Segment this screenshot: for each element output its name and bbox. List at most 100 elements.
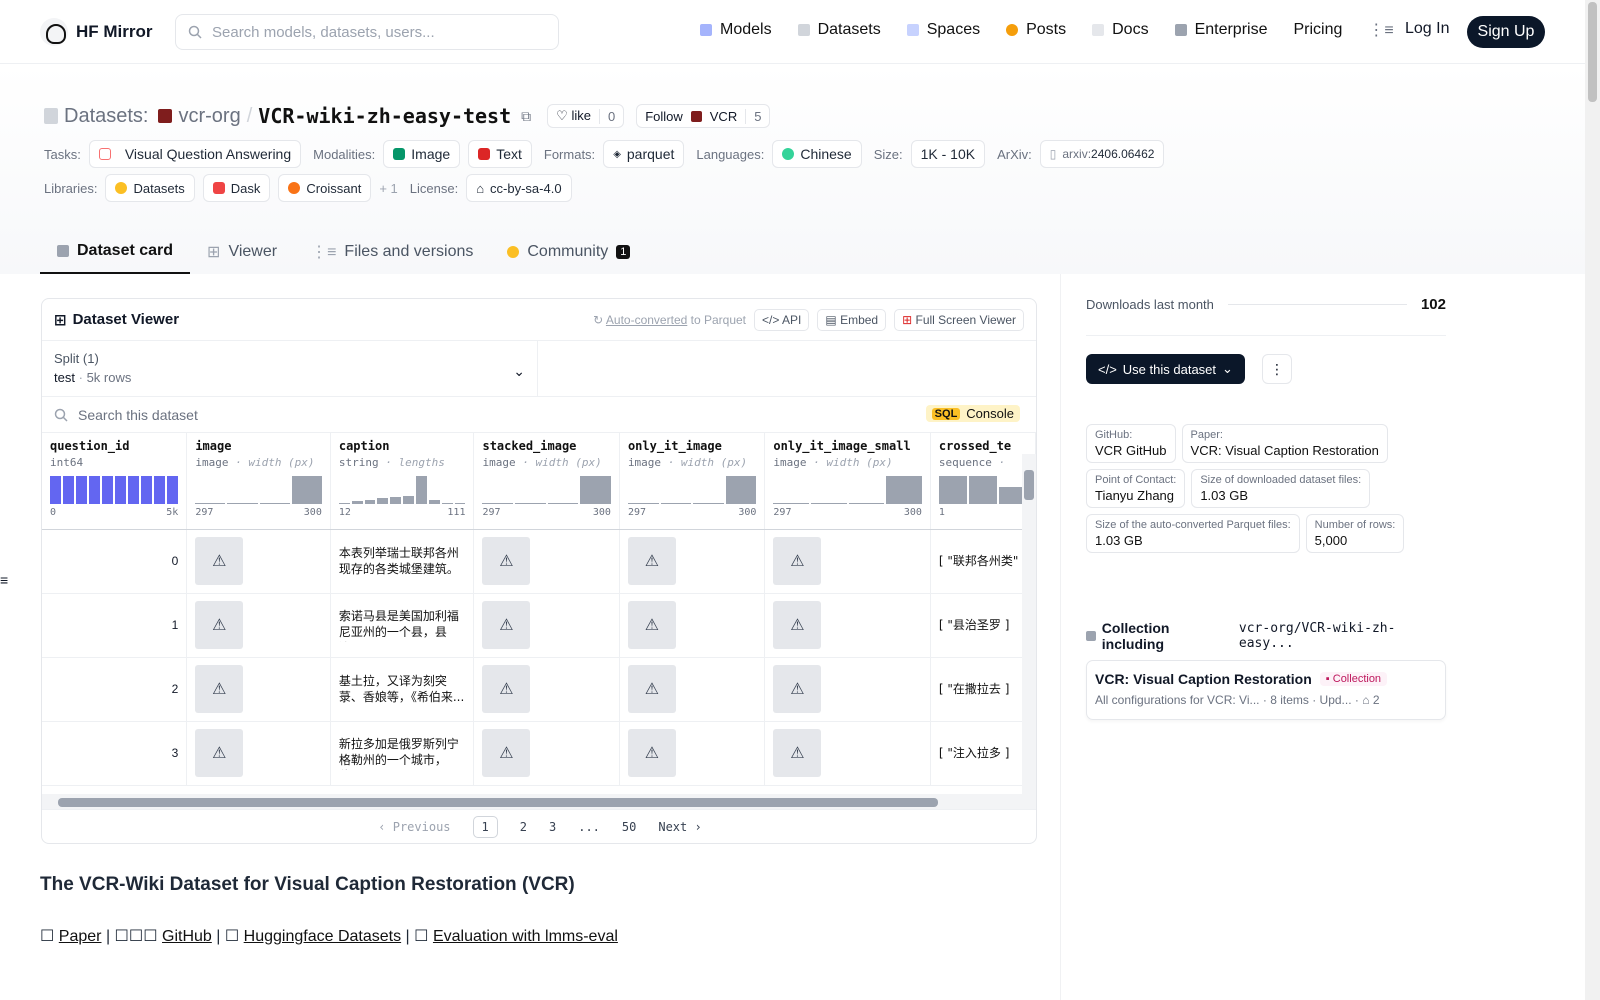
lib-dask-tag[interactable]: Dask [202,174,271,202]
license-label: License: [409,180,459,196]
language-tag[interactable]: Chinese [772,140,862,168]
api-label: API [782,312,802,327]
page-1[interactable]: 1 [472,815,498,838]
histogram-bar [547,502,579,504]
horizontal-scrollbar[interactable] [42,794,1036,810]
fullscreen-label: Full Screen Viewer [915,312,1017,327]
column-name: crossed_te [938,439,1012,453]
dataset-search-input[interactable]: Search this dataset SQL Console [42,397,1036,433]
column-header[interactable]: stacked_image image · width (px) 297 300 [473,433,620,530]
column-header[interactable]: caption string · lengths 12 111 [330,433,475,530]
column-header[interactable]: question_id int64 0 5k [42,433,188,530]
libraries-more[interactable]: + 1 [379,181,397,196]
cell-only-it-image: ⚠ [619,657,766,722]
upvote-icon: ⌂ [1362,693,1370,707]
fullscreen-button[interactable]: ⊞ Full Screen Viewer [894,308,1024,331]
page-50[interactable]: 50 [622,820,636,834]
lmms-eval-link[interactable]: Evaluation with lmms-eval [433,928,618,945]
auto-converted-link[interactable]: ↻ Auto-converted to Parquet [593,313,746,327]
datasets-crumb[interactable]: Datasets: [64,105,148,128]
metadata-card[interactable]: Size of the auto-converted Parquet files… [1086,514,1300,553]
table-row[interactable]: 0 ⚠ 本表列举瑞士联邦各州现存的各类城堡建筑。 ⚠ ⚠ ⚠ [ "联邦各州类"… [42,529,1036,594]
org-link[interactable]: vcr-org [178,105,240,128]
github-link[interactable]: GitHub [162,928,212,945]
like-button[interactable]: ♡ like 0 [547,104,625,128]
format-tag[interactable]: ◈ parquet [603,140,685,168]
histogram-bar [580,476,611,504]
nav-enterprise[interactable]: Enterprise [1174,21,1267,39]
api-button[interactable]: </> API [754,308,810,331]
column-max: 300 [738,507,757,518]
metadata-card[interactable]: Number of rows: 5,000 [1305,514,1405,553]
tasks-label: Tasks: [44,146,81,162]
split-select[interactable]: Split (1) test · 5k rows ⌄ [42,341,538,396]
dataset-header: Datasets: vcr-org / VCR-wiki-zh-easy-tes… [0,64,1585,274]
size-tag[interactable]: 1K - 10K [910,140,986,168]
card-icon [57,245,69,257]
histogram-bar [811,502,847,504]
metadata-card[interactable]: GitHub: VCR GitHub [1086,424,1176,463]
column-type: string · lengths [339,456,466,469]
metadata-card[interactable]: Point of Contact: Tianyu Zhang [1086,469,1186,508]
column-header[interactable]: only_it_image_small image · width (px) 2… [764,433,931,530]
use-dataset-button[interactable]: </> Use this dataset ⌄ [1086,354,1245,384]
dataset-name[interactable]: VCR-wiki-zh-easy-test [258,104,511,128]
next-button[interactable]: Next › [658,820,701,834]
metadata-card[interactable]: Size of downloaded dataset files: 1.03 GB [1191,469,1371,508]
metadata-card[interactable]: Paper: VCR: Visual Caption Restoration [1181,424,1388,463]
nav-docs[interactable]: Docs [1092,21,1149,39]
tab-files[interactable]: ⋮≡ Files and versions [294,230,490,274]
page-scrollbar[interactable] [1585,0,1600,1000]
task-tag[interactable]: Visual Question Answering [88,140,302,168]
arxiv-tag[interactable]: ▯ arxiv: 2406.06462 [1039,140,1165,168]
copy-icon[interactable]: ⧉ [521,108,531,125]
vertical-scrollbar[interactable] [1022,454,1036,794]
more-menu-icon[interactable]: ⋮≡ [1368,20,1393,40]
tab-community[interactable]: Community 1 [490,230,647,274]
column-header[interactable]: crossed_te sequence · 1 [930,433,1036,530]
table-row[interactable]: 1 ⚠ 索诺马县是美国加利福尼亚州的一个县，县治... ⚠ ⚠ ⚠ [ "县治圣… [42,593,1036,658]
metadata-value: 1.03 GB [1095,533,1143,548]
nav-spaces[interactable]: Spaces [906,21,980,39]
table-row[interactable]: 3 ⚠ 新拉多加是俄罗斯列宁格勒州的一个城市，位... ⚠ ⚠ ⚠ [ "注入拉… [42,721,1036,786]
search-input[interactable]: Search models, datasets, users... [175,14,559,50]
more-options-icon[interactable]: ⋮ [1262,354,1292,384]
license-tag[interactable]: ⌂ cc-by-sa-4.0 [466,174,572,202]
nav-pricing[interactable]: Pricing [1293,21,1342,39]
size-label: Size: [873,146,903,162]
column-type-name: image [773,456,807,469]
nav-posts-label: Posts [1026,21,1067,38]
toc-toggle-icon[interactable]: ≡ [0,572,8,588]
column-header[interactable]: image image · width (px) 297 300 [186,433,331,530]
nav-models[interactable]: Models [700,21,772,39]
lib-datasets-tag[interactable]: Datasets [105,174,195,202]
broken-image-icon: ⚠ [627,729,676,777]
signup-button[interactable]: Sign Up [1467,16,1545,48]
page-2[interactable]: 2 [520,820,527,834]
login-link[interactable]: Log In [1405,20,1449,38]
hf-datasets-link[interactable]: Huggingface Datasets [244,928,401,945]
cell-id: 1 [42,593,188,658]
table-row[interactable]: 2 ⚠ 基土拉，又译为刻突菉、香娘等，《希伯来... ⚠ ⚠ ⚠ [ "在撒拉去… [42,657,1036,722]
tab-dataset-card[interactable]: Dataset card [40,230,191,274]
like-label: ♡ like [556,108,591,123]
page-3[interactable]: 3 [549,820,556,834]
nav-posts[interactable]: Posts [1006,21,1066,39]
brand-logo[interactable]: HF Mirror [40,18,153,46]
sql-console-button[interactable]: SQL Console [925,405,1020,422]
column-header[interactable]: only_it_image image · width (px) 297 300 [619,433,766,530]
cell-id: 2 [42,657,188,722]
histogram-bar [627,502,659,504]
nav-datasets[interactable]: Datasets [797,21,881,39]
histogram-bar [89,476,101,504]
vcr-avatar [690,110,702,122]
modality-image-tag[interactable]: Image [383,140,461,168]
embed-button[interactable]: ▤ Embed [817,308,887,331]
prev-button[interactable]: ‹ Previous [378,820,450,834]
tab-viewer[interactable]: ⊞ Viewer [190,230,294,274]
paper-link[interactable]: Paper [59,928,102,945]
modality-text-tag[interactable]: Text [468,140,532,168]
collection-card[interactable]: VCR: Visual Caption Restoration ▪ Collect… [1086,660,1446,720]
lib-croissant-tag[interactable]: Croissant [278,174,372,202]
follow-button[interactable]: Follow VCR 5 [636,104,771,128]
